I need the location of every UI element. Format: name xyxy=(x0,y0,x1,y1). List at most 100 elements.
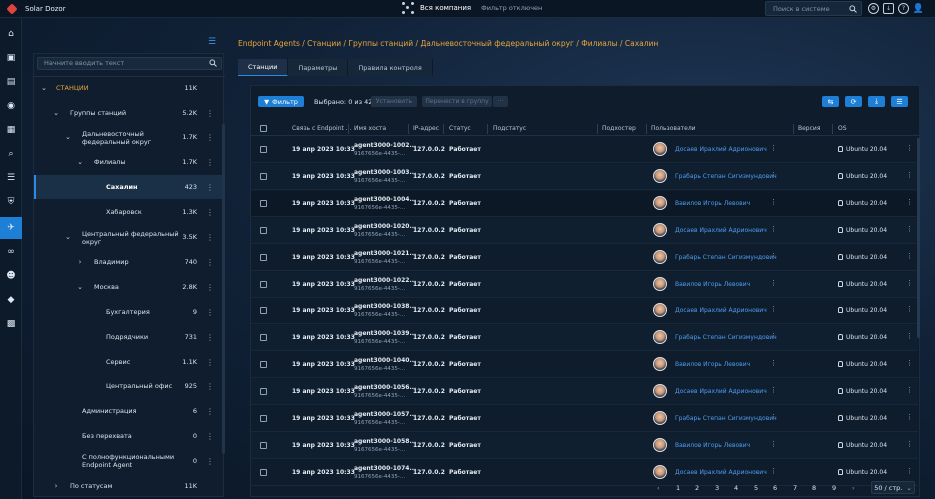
col-status[interactable]: Статус xyxy=(449,125,471,132)
refresh-icon[interactable]: ⟳ xyxy=(845,96,862,107)
more-icon[interactable]: ⋮ xyxy=(770,467,777,475)
admin-settings-icon[interactable]: ▩ xyxy=(0,313,22,335)
more-icon[interactable]: ⋮ xyxy=(206,183,214,192)
chevron-down-icon[interactable]: ⌄ xyxy=(64,133,72,141)
more-icon[interactable]: ⋮ xyxy=(906,359,913,367)
more-icon[interactable]: ⋮ xyxy=(770,359,777,367)
col-hostname[interactable]: Имя хоста xyxy=(354,125,386,132)
chevron-down-icon[interactable]: ⌄ xyxy=(64,233,72,241)
more-icon[interactable]: ⋮ xyxy=(906,252,913,260)
more-icon[interactable]: ⋮ xyxy=(206,358,214,367)
cell-user-link[interactable]: Досаев Ирахлий Адрионович xyxy=(675,146,767,153)
more-icon[interactable]: ⋮ xyxy=(770,440,777,448)
cell-user-link[interactable]: Грабарь Степан Сигизмундович xyxy=(675,415,777,422)
more-icon[interactable]: ⋮ xyxy=(906,467,913,475)
tree-item-moscow[interactable]: ⌄ Москва 2.8K ⋮ xyxy=(34,275,225,299)
more-icon[interactable]: ⋮ xyxy=(206,308,214,317)
page-7[interactable]: 7 xyxy=(793,484,797,492)
app-logo-icon[interactable] xyxy=(7,4,17,14)
export-download-icon[interactable]: ⤓ xyxy=(868,96,885,107)
row-checkbox[interactable] xyxy=(260,468,267,476)
install-button[interactable]: Установить xyxy=(371,96,417,107)
more-icon[interactable]: ⋮ xyxy=(770,225,777,233)
list-view-icon[interactable]: ☰ xyxy=(891,96,908,107)
help-icon[interactable]: ? xyxy=(898,3,909,14)
more-icon[interactable]: ⋮ xyxy=(770,198,777,206)
page-3[interactable]: 3 xyxy=(715,484,719,492)
tree-item-khabarovsk[interactable]: Хабаровск 1.3K ⋮ xyxy=(34,200,225,224)
more-icon[interactable]: ⋮ xyxy=(906,225,913,233)
more-icon[interactable]: ⋮ xyxy=(206,457,214,466)
row-checkbox[interactable] xyxy=(260,361,267,369)
more-icon[interactable]: ⋮ xyxy=(206,233,214,242)
tab-control-rules[interactable]: Правила контроля xyxy=(348,59,433,76)
cell-user-link[interactable]: Вавилов Игорь Левович xyxy=(675,361,750,368)
row-checkbox[interactable] xyxy=(260,415,267,422)
table-scrollbar[interactable] xyxy=(917,138,920,338)
search-nav-icon[interactable]: ⌕ xyxy=(0,143,22,165)
table-row[interactable]: 19 апр 2023 10:33 agent3000-1040... 916765… xyxy=(251,352,918,379)
more-icon[interactable]: ⋮ xyxy=(770,252,777,260)
page-9[interactable]: 9 xyxy=(832,484,836,492)
tab-parameters[interactable]: Параметры xyxy=(288,59,349,76)
tree-item-vladimir[interactable]: › Владимир 740 ⋮ xyxy=(34,250,225,274)
more-actions-button[interactable]: ··· xyxy=(493,96,508,107)
tree-item-stations[interactable]: ⌄ СТАНЦИИ 11K xyxy=(34,76,225,100)
table-row[interactable]: 19 апр 2023 10:33 agent3000-1003... 916765… xyxy=(251,163,918,190)
tree-item-by-status[interactable]: › По статусам 11K xyxy=(34,474,225,498)
breadcrumb[interactable]: Endpoint Agents / Станции / Группы станц… xyxy=(238,39,658,48)
table-row[interactable]: 19 апр 2023 10:33 agent3000-1039... 916765… xyxy=(251,325,918,352)
more-icon[interactable]: ⋮ xyxy=(770,332,777,340)
settings-gear-icon[interactable]: ⚙ xyxy=(868,3,879,14)
page-2[interactable]: 2 xyxy=(695,484,699,492)
radar-icon[interactable]: ◉ xyxy=(0,95,22,117)
more-icon[interactable]: ⋮ xyxy=(770,144,777,152)
table-row[interactable]: 19 апр 2023 10:33 agent3000-1002... 916765… xyxy=(251,137,918,163)
table-row[interactable]: 19 апр 2023 10:33 agent3000-1004... 916765… xyxy=(251,190,918,217)
cell-user-link[interactable]: Вавилов Игорь Левович xyxy=(675,200,750,207)
cell-user-link[interactable]: Грабарь Степан Сигизмундович xyxy=(675,254,777,261)
table-row[interactable]: 19 апр 2023 10:33 agent3000-1022... 916765… xyxy=(251,271,918,298)
id-card-icon[interactable]: ▤ xyxy=(0,71,22,93)
more-icon[interactable]: ⋮ xyxy=(906,171,913,179)
col-version[interactable]: Версия xyxy=(798,125,820,132)
col-endpoint-link[interactable]: Связь с Endpoint ... xyxy=(292,125,352,132)
more-icon[interactable]: ⋮ xyxy=(906,198,913,206)
chevron-right-icon[interactable]: › xyxy=(52,482,60,490)
more-icon[interactable]: ⋮ xyxy=(206,407,214,416)
chevron-down-icon[interactable]: ⌄ xyxy=(40,84,48,92)
more-icon[interactable]: ⋮ xyxy=(206,158,214,167)
page-8[interactable]: 8 xyxy=(812,484,816,492)
col-os[interactable]: OS xyxy=(838,125,847,132)
more-icon[interactable]: ⋮ xyxy=(770,413,777,421)
tab-stations[interactable]: Станции xyxy=(238,59,289,76)
cell-user-link[interactable]: Грабарь Степан Сигизмундович xyxy=(675,334,777,341)
tree-scrollbar[interactable] xyxy=(222,124,225,454)
page-4[interactable]: 4 xyxy=(734,484,738,492)
row-checkbox[interactable] xyxy=(260,334,267,342)
next-page-icon[interactable]: › xyxy=(852,484,855,492)
col-users[interactable]: Пользователи xyxy=(651,125,696,132)
tree-item-station-groups[interactable]: ⌄ Группы станций 5.2K ⋮ xyxy=(34,101,225,125)
chevron-down-icon[interactable]: ⌄ xyxy=(52,109,60,117)
download-icon[interactable]: ↓ xyxy=(883,3,894,14)
more-icon[interactable]: ⋮ xyxy=(206,258,214,267)
more-icon[interactable]: ⋮ xyxy=(770,386,777,394)
cell-user-link[interactable]: Досаев Ирахлий Адрионович xyxy=(675,307,767,314)
more-icon[interactable]: ⋮ xyxy=(906,440,913,448)
tree-item-accounting[interactable]: Бухгалтерия 9 ⋮ xyxy=(34,300,225,324)
tree-menu-icon[interactable]: ☰ xyxy=(208,37,218,47)
table-row[interactable]: 19 апр 2023 10:33 agent3000-1020... 916765… xyxy=(251,217,918,244)
col-substatus[interactable]: Подстатус xyxy=(493,125,526,132)
more-icon[interactable]: ⋮ xyxy=(906,386,913,394)
filter-button[interactable]: ▼ Фильтр xyxy=(258,96,304,107)
row-checkbox[interactable] xyxy=(260,172,267,180)
more-icon[interactable]: ⋮ xyxy=(906,413,913,421)
table-row[interactable]: 19 апр 2023 10:33 agent3000-1021... 916765… xyxy=(251,245,918,271)
cell-user-link[interactable]: Досаев Ирахлий Адрионович xyxy=(675,469,767,476)
more-icon[interactable]: ⋮ xyxy=(206,283,214,292)
chevron-down-icon[interactable]: ⌄ xyxy=(76,283,84,291)
row-checkbox[interactable] xyxy=(260,307,267,315)
company-selector[interactable]: Вся компания Фильтр отключен xyxy=(402,2,542,14)
more-icon[interactable]: ⋮ xyxy=(770,171,777,179)
